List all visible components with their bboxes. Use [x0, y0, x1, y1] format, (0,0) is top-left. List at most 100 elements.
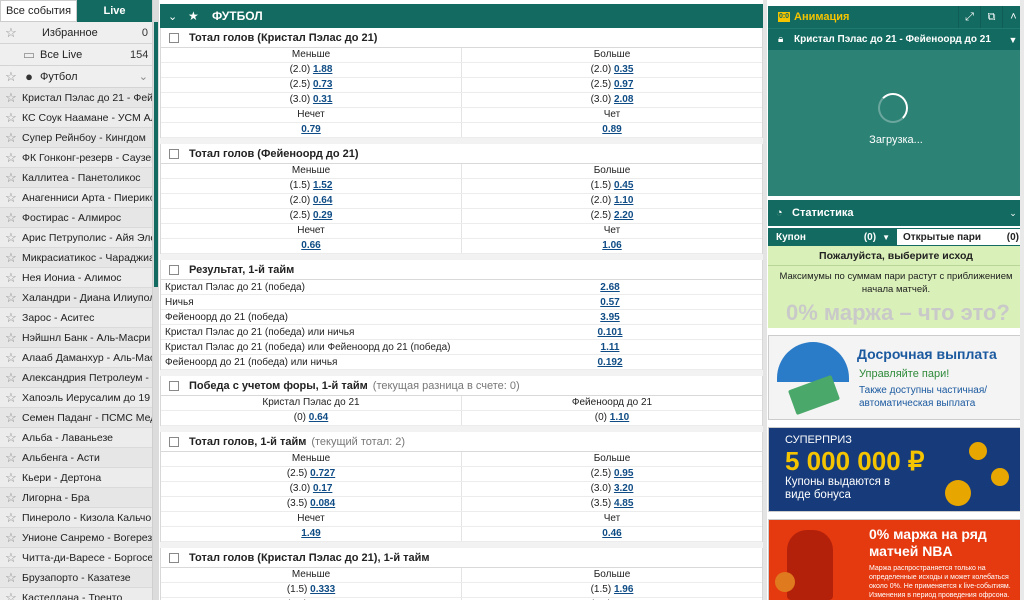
star-icon[interactable]: ☆: [4, 310, 18, 325]
sidebar-match-item[interactable]: ☆ Халандри - Диана Илиуполи: [0, 288, 152, 308]
odds-link[interactable]: 0.35: [614, 64, 633, 75]
star-icon[interactable]: ☆: [4, 570, 18, 585]
markets-scrollbar[interactable]: [763, 0, 767, 600]
star-icon[interactable]: ☆: [4, 590, 18, 600]
tab-all-events[interactable]: Все события: [0, 0, 77, 22]
popout-icon[interactable]: ⧉: [980, 6, 1002, 28]
sidebar-match-item[interactable]: ☆ Брузапорто - Казатезе: [0, 568, 152, 588]
star-icon[interactable]: ☆: [4, 90, 18, 105]
odds-link[interactable]: 0.73: [313, 79, 332, 90]
star-icon[interactable]: ☆: [4, 250, 18, 265]
star-icon[interactable]: ☆: [4, 170, 18, 185]
odds-link[interactable]: 0.31: [313, 94, 332, 105]
odds-link[interactable]: 0.57: [600, 297, 619, 308]
star-icon[interactable]: ☆: [4, 370, 18, 385]
star-icon[interactable]: ☆: [4, 270, 18, 285]
odds-link[interactable]: 0.89: [602, 124, 621, 135]
star-icon[interactable]: ☆: [4, 410, 18, 425]
odds-link[interactable]: 0.17: [313, 483, 332, 494]
star-icon[interactable]: ☆: [4, 390, 18, 405]
odds-link[interactable]: 1.11: [601, 342, 620, 353]
sidebar-item-football[interactable]: ☆ ● Футбол ⌄: [0, 66, 152, 88]
market-checkbox[interactable]: [169, 436, 179, 447]
tab-live[interactable]: Live: [77, 0, 152, 22]
star-icon[interactable]: ☆: [4, 210, 18, 225]
odds-link[interactable]: 0.101: [597, 327, 622, 338]
odds-link[interactable]: 1.10: [614, 195, 633, 206]
odds-link[interactable]: 1.96: [614, 584, 633, 595]
odds-link[interactable]: 0.084: [310, 498, 335, 509]
sidebar-match-item[interactable]: ☆ Хапоэль Иерусалим до 19 - Бейтар: [0, 388, 152, 408]
odds-link[interactable]: 0.64: [313, 195, 332, 206]
market-checkbox[interactable]: [169, 264, 179, 275]
odds-link[interactable]: 0.29: [313, 210, 332, 221]
sidebar-match-item[interactable]: ☆ КС Соук Наамане - УСМ Алжир: [0, 108, 152, 128]
banner-nba[interactable]: 0% маржа на ряд матчей NBA Маржа распрос…: [768, 519, 1024, 600]
odds-link[interactable]: 0.66: [301, 240, 320, 251]
sidebar-match-item[interactable]: ☆ Александрия Петролеум - Аль: [0, 368, 152, 388]
market-checkbox[interactable]: [169, 148, 179, 159]
odds-link[interactable]: 4.85: [614, 498, 633, 509]
chevron-down-icon[interactable]: ▼: [882, 233, 890, 242]
sidebar-match-item[interactable]: ☆ Унионе Санремо - Вогерезе: [0, 528, 152, 548]
odds-link[interactable]: 0.333: [310, 584, 335, 595]
odds-link[interactable]: 3.95: [600, 312, 619, 323]
star-icon[interactable]: ★: [188, 9, 202, 23]
star-icon[interactable]: ☆: [4, 550, 18, 565]
star-icon[interactable]: ☆: [4, 530, 18, 545]
odds-link[interactable]: 0.46: [602, 528, 621, 539]
sidebar-match-item[interactable]: ☆ Супер Рейнбоу - Кингдом: [0, 128, 152, 148]
star-icon[interactable]: ☆: [4, 230, 18, 245]
star-icon[interactable]: ☆: [4, 190, 18, 205]
sidebar-scrollbar[interactable]: [153, 0, 159, 600]
odds-link[interactable]: 2.68: [600, 282, 619, 293]
star-icon[interactable]: ☆: [4, 25, 18, 40]
market-checkbox[interactable]: [169, 552, 179, 563]
sidebar-match-item[interactable]: ☆ ФК Гонконг-резерв - Саузерн: [0, 148, 152, 168]
odds-link[interactable]: 0.97: [614, 79, 633, 90]
sidebar-match-item[interactable]: ☆ Кастеллана - Тренто: [0, 588, 152, 600]
star-icon[interactable]: ☆: [4, 350, 18, 365]
chevron-down-icon[interactable]: ⌄: [168, 10, 182, 23]
sidebar-match-item[interactable]: ☆ Нея Иониа - Алимос: [0, 268, 152, 288]
star-icon[interactable]: ☆: [4, 330, 18, 345]
sidebar-match-item[interactable]: ☆ Читта-ди-Варесе - Боргосезия: [0, 548, 152, 568]
sidebar-match-item[interactable]: ☆ Кристал Пэлас до 21 - Фейеноорд до 21: [0, 88, 152, 108]
star-icon[interactable]: ☆: [4, 470, 18, 485]
sidebar-match-item[interactable]: ☆ Пинероло - Кизола Кальчо: [0, 508, 152, 528]
star-icon[interactable]: ☆: [4, 130, 18, 145]
odds-link[interactable]: 1.06: [602, 240, 621, 251]
odds-link[interactable]: 1.52: [313, 180, 332, 191]
odds-link[interactable]: 3.20: [614, 483, 633, 494]
market-checkbox[interactable]: [169, 380, 179, 391]
odds-link[interactable]: 2.20: [614, 210, 633, 221]
banner-early-payout[interactable]: Досрочная выплата Управляйте пари! Также…: [768, 335, 1024, 420]
sidebar-match-item[interactable]: ☆ Альбенга - Асти: [0, 448, 152, 468]
sidebar-match-item[interactable]: ☆ Микрасиатикос - Чараджиакос: [0, 248, 152, 268]
sidebar-match-item[interactable]: ☆ Каллитеа - Панетоликос: [0, 168, 152, 188]
sidebar-match-item[interactable]: ☆ Нэйшнл Банк - Аль-Масри: [0, 328, 152, 348]
sidebar-match-item[interactable]: ☆ Алааб Даманхур - Аль-Масри: [0, 348, 152, 368]
star-icon[interactable]: ☆: [4, 69, 18, 84]
expand-icon[interactable]: ⤢: [958, 6, 980, 28]
sidebar-item-all-live[interactable]: ▭ Все Live 154: [0, 44, 152, 66]
odds-link[interactable]: 0.95: [614, 468, 633, 479]
odds-link[interactable]: 0.727: [310, 468, 335, 479]
star-icon[interactable]: ☆: [4, 450, 18, 465]
odds-link[interactable]: 2.08: [614, 94, 633, 105]
animation-match-select[interactable]: 🔒︎ Кристал Пэлас до 21 - Фейеноорд до 21…: [768, 28, 1024, 50]
star-icon[interactable]: ☆: [4, 430, 18, 445]
odds-link[interactable]: 1.10: [610, 412, 629, 423]
banner-superprize[interactable]: СУПЕРПРИЗ 5 000 000 ₽ Купоны выдаются в …: [768, 427, 1024, 512]
sidebar-match-item[interactable]: ☆ Кьери - Дертона: [0, 468, 152, 488]
sidebar-match-item[interactable]: ☆ Арис Петруполис - Айя Элени: [0, 228, 152, 248]
sidebar-match-item[interactable]: ☆ Фостирас - Алмирос: [0, 208, 152, 228]
banner-zero-margin[interactable]: 0% маржа – что это?: [768, 302, 1024, 328]
star-icon[interactable]: ☆: [4, 150, 18, 165]
page-scrollbar[interactable]: [1020, 0, 1024, 600]
odds-link[interactable]: 1.88: [313, 64, 332, 75]
statistics-header[interactable]: ◔ Статистика ⌄: [768, 200, 1024, 226]
scrollbar-thumb[interactable]: [154, 22, 158, 287]
chevron-down-icon[interactable]: ⌄: [130, 70, 152, 83]
star-icon[interactable]: ☆: [4, 110, 18, 125]
